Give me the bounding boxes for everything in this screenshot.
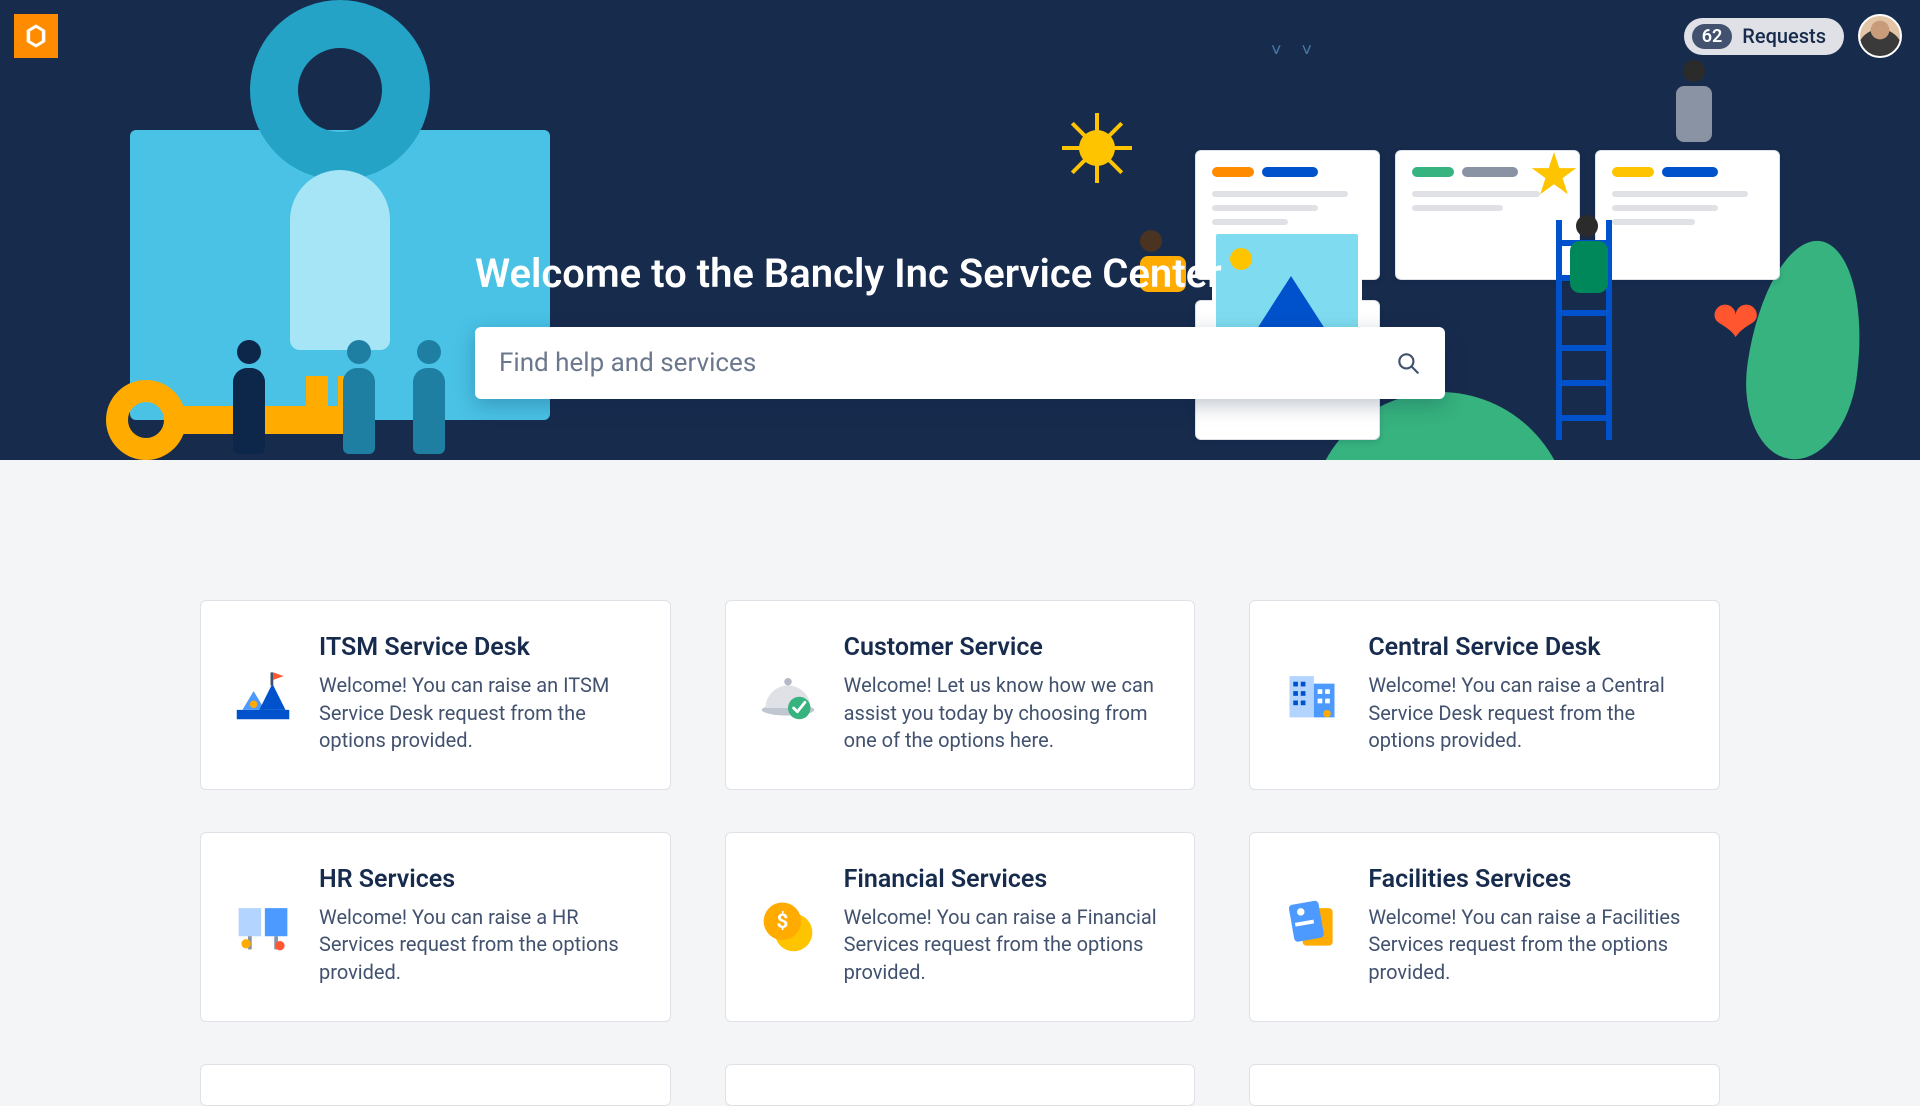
requests-label: Requests [1742, 24, 1826, 48]
page-title: Welcome to the Bancly Inc Service Center [475, 250, 1445, 297]
coins-icon: $ [758, 895, 818, 955]
building-icon [1282, 663, 1342, 723]
user-avatar[interactable] [1858, 14, 1902, 58]
card-title: Facilities Services [1368, 865, 1685, 894]
card-description: Welcome! You can raise a Financial Servi… [844, 904, 1161, 987]
card-title: Financial Services [844, 865, 1161, 894]
hero-art-key [106, 390, 346, 450]
card-title: HR Services [319, 865, 636, 894]
card-description: Welcome! Let us know how we can assist y… [844, 672, 1161, 755]
card-description: Welcome! You can raise a Facilities Serv… [1368, 904, 1685, 987]
requests-button[interactable]: 62 Requests [1684, 18, 1844, 55]
hero-art-person [1668, 60, 1720, 156]
card-placeholder[interactable] [200, 1064, 671, 1106]
card-itsm-service-desk[interactable]: ITSM Service Desk Welcome! You can raise… [200, 600, 671, 790]
card-description: Welcome! You can raise a Central Service… [1368, 672, 1685, 755]
hero-art-person [230, 340, 268, 460]
card-icon [231, 661, 295, 725]
card-description: Welcome! You can raise a HR Services req… [319, 904, 636, 987]
card-hr-services[interactable]: HR Services Welcome! You can raise a HR … [200, 832, 671, 1022]
hero-art-person [1570, 215, 1630, 305]
card-title: Central Service Desk [1368, 633, 1685, 662]
card-icon: $ [756, 893, 820, 957]
hero-art-sun [1079, 130, 1115, 166]
hero-art-person [340, 340, 378, 460]
card-icon [756, 661, 820, 725]
hr-billboard-icon [233, 895, 293, 955]
card-central-service-desk[interactable]: Central Service Desk Welcome! You can ra… [1249, 600, 1720, 790]
card-title: Customer Service [844, 633, 1161, 662]
hero-art-person [410, 340, 448, 460]
requests-count-badge: 62 [1692, 24, 1733, 49]
cloche-check-icon [758, 663, 818, 723]
card-financial-services[interactable]: $ Financial Services Welcome! You can ra… [725, 832, 1196, 1022]
hero-content: Welcome to the Bancly Inc Service Center [475, 250, 1445, 399]
hero-art-birds: ˅˅ [1271, 40, 1332, 61]
hero-art-heart-icon: ❤ [1711, 288, 1760, 357]
search-input[interactable] [499, 348, 1395, 378]
card-facilities-services[interactable]: Facilities Services Welcome! You can rai… [1249, 832, 1720, 1022]
card-icon [231, 893, 295, 957]
tickets-icon [1282, 895, 1342, 955]
card-title: ITSM Service Desk [319, 633, 636, 662]
service-cards-grid: ITSM Service Desk Welcome! You can raise… [200, 600, 1720, 1106]
header-right: 62 Requests [1684, 14, 1902, 58]
svg-text:$: $ [776, 910, 788, 934]
card-placeholder[interactable] [1249, 1064, 1720, 1106]
card-icon [1280, 893, 1344, 957]
card-description: Welcome! You can raise an ITSM Service D… [319, 672, 636, 755]
search-icon [1395, 350, 1421, 376]
mountain-flag-icon [233, 663, 293, 723]
hero-banner: 62 Requests ˅˅ ★ ❤ Welcome to the Bancly… [0, 0, 1920, 460]
product-logo[interactable] [14, 14, 58, 58]
card-placeholder[interactable] [725, 1064, 1196, 1106]
card-icon [1280, 661, 1344, 725]
search-input-container[interactable] [475, 327, 1445, 399]
hexagon-icon [22, 22, 50, 50]
hero-art-star-icon: ★ [1528, 140, 1580, 209]
card-customer-service[interactable]: Customer Service Welcome! Let us know ho… [725, 600, 1196, 790]
